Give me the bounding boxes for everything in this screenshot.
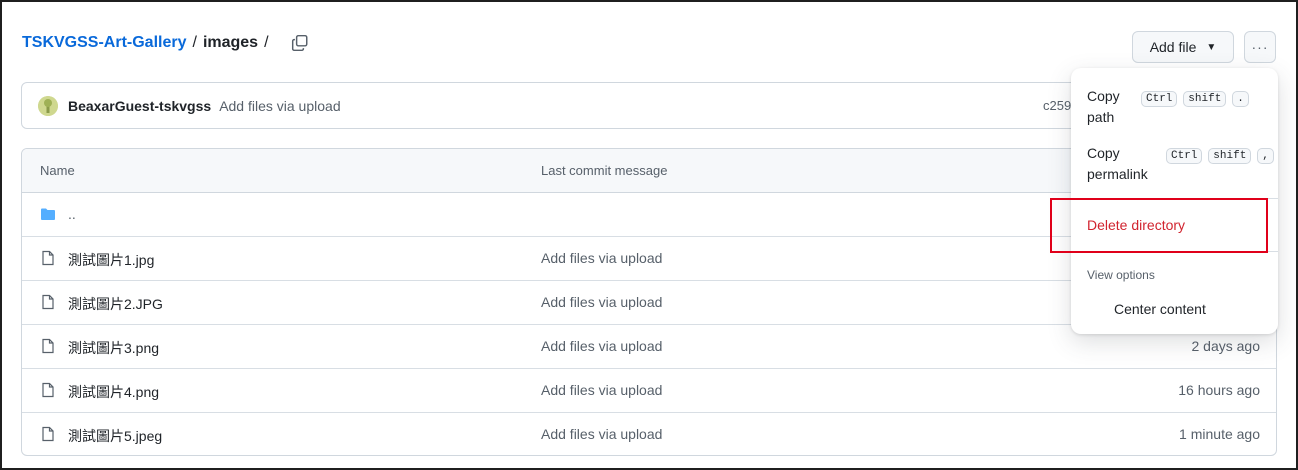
kbd-key: . [1232,91,1249,107]
file-icon [42,426,54,442]
column-header-name: Name [40,163,75,178]
table-row: 測試圖片5.jpeg Add files via upload 1 minute… [22,413,1276,455]
commit-date: 1 minute ago [1179,426,1260,442]
parent-directory-link[interactable]: .. [68,206,76,222]
file-icon [42,294,54,310]
breadcrumb-repo-link[interactable]: TSKVGSS-Art-Gallery [22,34,186,52]
more-options-button[interactable]: ··· [1244,31,1276,63]
file-icon [42,250,54,266]
commit-message-link[interactable]: Add files via upload [541,250,662,266]
file-name-link[interactable]: 測試圖片4.png [68,382,159,402]
commit-hash-link[interactable]: c259 [1043,98,1071,113]
commit-message-link[interactable]: Add files via upload [541,382,662,398]
file-icon [42,338,54,354]
kbd-key: , [1257,148,1274,164]
commit-message-link[interactable]: Add files via upload [541,338,662,354]
file-name-link[interactable]: 測試圖片5.jpeg [68,426,162,446]
commit-message-link[interactable]: Add files via upload [541,294,662,310]
kbd-key: shift [1183,91,1227,107]
column-header-message: Last commit message [541,163,668,178]
commit-message-link[interactable]: Add files via upload [541,426,662,442]
file-name-link[interactable]: 測試圖片2.JPG [68,294,163,314]
breadcrumb-current-dir: images [202,34,259,51]
copy-path-shortcut: Ctrl shift . [1139,88,1249,107]
file-name-link[interactable]: 測試圖片1.jpg [68,250,154,270]
kbd-key: Ctrl [1141,91,1178,107]
copy-permalink-label-line2: permalink [1087,166,1148,182]
copy-icon[interactable] [291,34,309,52]
breadcrumb-separator: / [192,34,197,51]
file-icon [42,382,54,398]
copy-permalink-shortcut: Ctrl shift , [1164,145,1274,164]
add-file-button[interactable]: Add file ▼ [1132,31,1234,63]
table-row: 測試圖片4.png Add files via upload 16 hours … [22,369,1276,413]
commit-message-link[interactable]: Add files via upload [219,98,340,114]
folder-icon [41,208,55,220]
file-name-link[interactable]: 測試圖片3.png [68,338,159,358]
annotation-highlight-box [1050,198,1268,253]
commit-date: 16 hours ago [1178,382,1260,398]
add-file-label: Add file [1149,39,1197,55]
kebab-horizontal-icon: ··· [1251,39,1269,55]
copy-path-label-line2: path [1087,109,1115,125]
commit-author-link[interactable]: BeaxarGuest-tskvgss [68,98,211,114]
view-options-heading: View options [1087,268,1155,282]
breadcrumb: TSKVGSS-Art-Gallery / images / [22,34,309,52]
menu-item-center-content[interactable]: Center content [1114,301,1206,317]
avatar-image [38,95,58,116]
commit-date: 2 days ago [1191,338,1261,354]
kbd-key: shift [1208,148,1252,164]
copy-permalink-label-line1: Copy [1087,145,1120,161]
copy-path-label-line1: Copy [1087,88,1120,104]
avatar[interactable] [38,95,58,116]
breadcrumb-trailing-separator: / [264,34,269,51]
kbd-key: Ctrl [1166,148,1203,164]
caret-down-icon: ▼ [1206,41,1217,53]
